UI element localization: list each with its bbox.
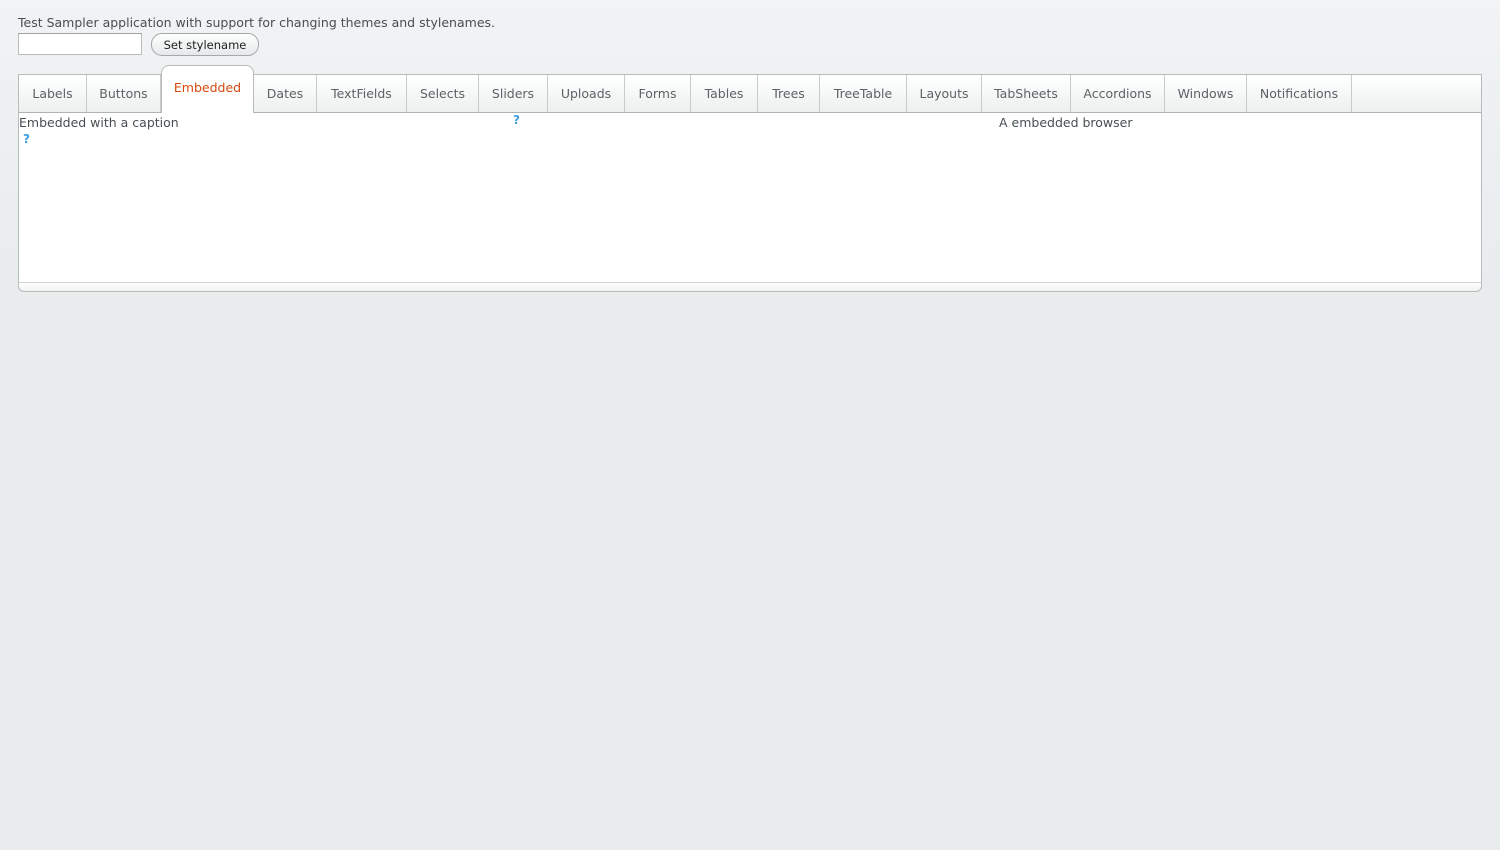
tab-label: TextFields — [331, 86, 392, 101]
tab-embedded[interactable]: Embedded — [161, 65, 254, 113]
tab-forms[interactable]: Forms — [625, 75, 691, 112]
main-tabsheet: Labels Buttons Embedded Dates TextFields… — [18, 65, 1482, 292]
missing-image-icon[interactable]: ? — [513, 113, 520, 127]
tab-treetable[interactable]: TreeTable — [820, 75, 907, 112]
tab-label: Tables — [704, 86, 744, 101]
tab-layouts[interactable]: Layouts — [907, 75, 982, 112]
tab-label: Layouts — [919, 86, 969, 101]
stylename-input[interactable] — [18, 33, 142, 55]
tab-labels[interactable]: Labels — [19, 75, 87, 112]
embedded-browser-caption: A embedded browser — [999, 115, 1133, 130]
tab-tabsheets[interactable]: TabSheets — [982, 75, 1071, 112]
tab-accordions[interactable]: Accordions — [1071, 75, 1165, 112]
tab-notifications[interactable]: Notifications — [1247, 75, 1352, 112]
tab-textfields[interactable]: TextFields — [317, 75, 407, 112]
tab-windows[interactable]: Windows — [1165, 75, 1247, 112]
tab-label: Embedded — [173, 80, 242, 95]
tab-selects[interactable]: Selects — [407, 75, 479, 112]
tab-label: Trees — [772, 86, 805, 101]
tabsheet-footer — [18, 283, 1482, 292]
tab-dates[interactable]: Dates — [254, 75, 317, 112]
tab-label: TabSheets — [994, 86, 1058, 101]
tab-label: Notifications — [1259, 86, 1339, 101]
embedded-caption: Embedded with a caption — [19, 115, 179, 130]
tab-buttons[interactable]: Buttons — [87, 75, 161, 112]
tab-label: Sliders — [491, 86, 535, 101]
tab-label: Uploads — [560, 86, 612, 101]
set-stylename-button[interactable]: Set stylename — [151, 33, 259, 56]
tab-label: Labels — [32, 86, 73, 101]
tab-label: Selects — [419, 86, 466, 101]
tab-label: Buttons — [99, 86, 148, 101]
tab-bar: Labels Buttons Embedded Dates TextFields… — [18, 65, 1482, 113]
tab-sliders[interactable]: Sliders — [479, 75, 548, 112]
tab-uploads[interactable]: Uploads — [548, 75, 625, 112]
intro-text: Test Sampler application with support fo… — [18, 15, 495, 30]
tab-label: Windows — [1177, 86, 1234, 101]
tab-tables[interactable]: Tables — [691, 75, 758, 112]
tab-trees[interactable]: Trees — [758, 75, 820, 112]
tab-label: Dates — [266, 86, 304, 101]
tab-content-embedded: Embedded with a caption ? ? A embedded b… — [18, 113, 1482, 283]
tab-label: Forms — [638, 86, 677, 101]
tab-label: TreeTable — [833, 86, 893, 101]
tab-label: Accordions — [1083, 86, 1152, 101]
missing-image-icon[interactable]: ? — [23, 132, 30, 146]
